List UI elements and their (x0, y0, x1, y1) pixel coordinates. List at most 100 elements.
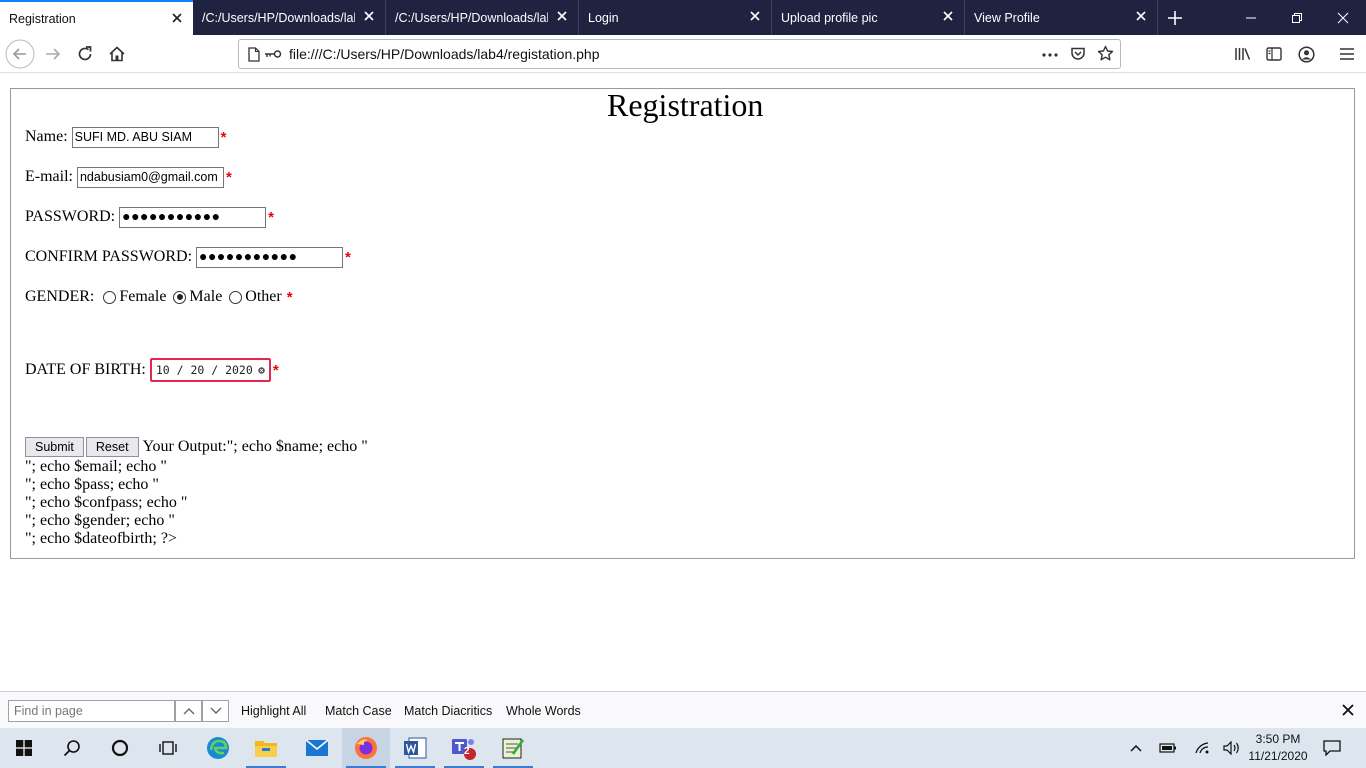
chevron-down-icon (210, 707, 221, 714)
whole-words-toggle[interactable]: Whole Words (506, 704, 581, 718)
teams-taskbar-button[interactable]: 2 (440, 728, 488, 768)
hamburger-menu-icon (1340, 48, 1354, 60)
tab-login[interactable]: Login (579, 0, 772, 35)
file-explorer-taskbar-button[interactable] (242, 728, 290, 768)
name-input[interactable]: SUFI MD. ABU SIAM (71, 126, 219, 148)
sidebar-button[interactable] (1259, 39, 1289, 69)
close-icon[interactable] (555, 9, 569, 23)
word-taskbar-button[interactable] (391, 728, 439, 768)
new-tab-button[interactable] (1158, 0, 1192, 35)
search-icon (63, 740, 80, 757)
wifi-tray-button[interactable] (1192, 738, 1212, 758)
email-input[interactable]: ndabusiam0@gmail.com (76, 166, 224, 188)
dob-input[interactable]: 10 / 20 / 2020 (149, 358, 271, 382)
female-radio[interactable] (103, 290, 117, 304)
clock-date: 11/21/2020 (1248, 749, 1308, 763)
find-previous-button[interactable] (175, 700, 202, 722)
bookmark-star-icon[interactable] (1097, 45, 1114, 62)
more-actions-icon[interactable] (1042, 53, 1058, 57)
tab-registration[interactable]: Registration (0, 0, 193, 35)
pocket-icon[interactable] (1070, 46, 1086, 62)
library-icon (1235, 48, 1251, 60)
home-icon (109, 46, 125, 62)
close-window-button[interactable] (1320, 0, 1366, 35)
match-case-toggle[interactable]: Match Case (325, 704, 392, 718)
cortana-button[interactable] (96, 728, 144, 768)
task-view-icon (159, 741, 177, 755)
highlight-all-toggle[interactable]: Highlight All (241, 704, 306, 718)
address-bar[interactable]: file:///C:/Users/HP/Downloads/lab4/regis… (238, 39, 1121, 69)
close-icon[interactable] (170, 11, 184, 25)
edge-icon (207, 737, 229, 759)
clear-icon[interactable] (258, 364, 265, 377)
battery-icon (1159, 743, 1176, 753)
confirm-password-input[interactable]: ●●●●●●●●●●● (196, 246, 344, 268)
output-text: "; echo $dateofbirth; ?> (25, 530, 177, 547)
forward-arrow-icon (46, 48, 61, 60)
edge-taskbar-button[interactable] (194, 728, 242, 768)
tab-downloads-lab-1[interactable]: /C:/Users/HP/Downloads/lab (193, 0, 386, 35)
minimize-button[interactable] (1228, 0, 1274, 35)
required-mark: * (286, 288, 293, 306)
close-icon[interactable] (1134, 9, 1148, 23)
close-icon[interactable] (1340, 702, 1356, 718)
other-radio[interactable] (229, 290, 243, 304)
chevron-up-icon (183, 708, 194, 715)
battery-tray-button[interactable] (1158, 738, 1178, 758)
close-icon[interactable] (748, 9, 762, 23)
folder-icon (255, 741, 277, 757)
cortana-circle-icon (111, 739, 129, 757)
tab-title: /C:/Users/HP/Downloads/lab (202, 10, 355, 25)
other-label: Other (245, 288, 282, 305)
gender-label: GENDER: (25, 288, 95, 305)
password-label: PASSWORD: (25, 208, 116, 225)
notepad-taskbar-button[interactable] (489, 728, 537, 768)
tab-title: Registration (9, 11, 76, 26)
firefox-taskbar-button[interactable] (342, 728, 390, 768)
key-icon[interactable] (264, 49, 282, 59)
tab-upload-profile-pic[interactable]: Upload profile pic (772, 0, 965, 35)
wifi-icon (1195, 742, 1209, 754)
form-legend: Registration (605, 87, 766, 123)
forward-button[interactable] (38, 39, 68, 69)
mail-taskbar-button[interactable] (293, 728, 341, 768)
start-button[interactable] (0, 728, 48, 768)
gender-option-female[interactable]: Female (103, 288, 166, 306)
show-hidden-icons-button[interactable] (1126, 738, 1146, 758)
task-view-button[interactable] (144, 728, 192, 768)
tab-title: Upload profile pic (781, 10, 878, 25)
reset-button[interactable]: Reset (85, 437, 139, 457)
output-text: Your Output:"; echo $name; echo " (142, 438, 368, 455)
confirm-password-row: CONFIRM PASSWORD: ●●●●●●●●●●● * (25, 246, 351, 268)
male-radio[interactable] (173, 290, 187, 304)
library-button[interactable] (1228, 39, 1258, 69)
account-button[interactable] (1291, 39, 1321, 69)
search-button[interactable] (48, 728, 96, 768)
gender-option-other[interactable]: Other (229, 288, 282, 306)
gender-option-male[interactable]: Male (173, 288, 222, 306)
notifications-button[interactable] (1322, 738, 1342, 758)
system-clock[interactable]: 3:50 PM 11/21/2020 (1238, 731, 1318, 765)
email-label: E-mail: (25, 168, 73, 185)
close-icon[interactable] (362, 9, 376, 23)
menu-button[interactable] (1332, 39, 1362, 69)
notification-icon (1323, 740, 1341, 756)
find-next-button[interactable] (202, 700, 229, 722)
tab-downloads-lab-2[interactable]: /C:/Users/HP/Downloads/lab (386, 0, 579, 35)
reload-button[interactable] (70, 39, 100, 69)
sidebar-icon (1266, 47, 1282, 61)
password-input[interactable]: ●●●●●●●●●●● (119, 206, 267, 228)
close-icon[interactable] (941, 9, 955, 23)
home-button[interactable] (102, 39, 132, 69)
password-row: PASSWORD: ●●●●●●●●●●● * (25, 206, 274, 228)
submit-button[interactable]: Submit (25, 437, 84, 457)
windows-logo-icon (16, 740, 32, 756)
account-icon (1297, 45, 1315, 63)
back-button[interactable] (5, 39, 35, 69)
tab-view-profile[interactable]: View Profile (965, 0, 1158, 35)
back-arrow-icon (5, 39, 35, 69)
find-input[interactable]: Find in page (8, 700, 175, 722)
match-diacritics-toggle[interactable]: Match Diacritics (404, 704, 492, 718)
output-text: "; echo $pass; echo " (25, 476, 159, 493)
restore-button[interactable] (1274, 0, 1320, 35)
